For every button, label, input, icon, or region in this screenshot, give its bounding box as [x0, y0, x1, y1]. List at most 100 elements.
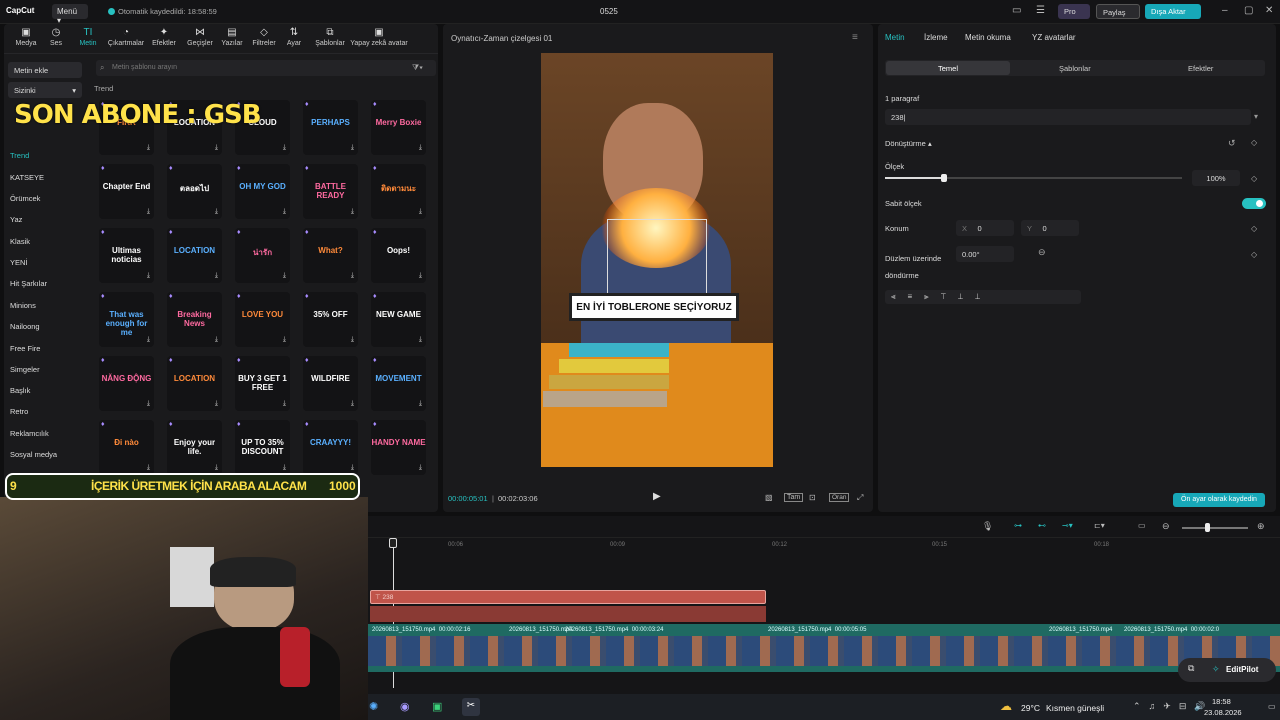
scale-input[interactable]: 100%: [1192, 170, 1240, 186]
search-input[interactable]: Metin şablonu arayın: [96, 60, 436, 76]
share-button[interactable]: Paylaş: [1096, 4, 1140, 19]
menu-button[interactable]: Menü ▾: [52, 4, 88, 25]
download-icon[interactable]: ⤓: [147, 272, 150, 280]
tab-ai-avatars[interactable]: YZ avatarlar: [1032, 33, 1076, 42]
text-template-tile[interactable]: ♦ CRAAYYY! ⤓: [303, 420, 358, 475]
cat-yeni[interactable]: YENİ: [10, 258, 28, 267]
cat-orumcek[interactable]: Örümcek: [10, 194, 40, 203]
expand-icon[interactable]: ▾: [1254, 112, 1258, 121]
save-default-button[interactable]: Ön ayar olarak kaydedin: [1173, 493, 1265, 507]
layout-icon[interactable]: ▭: [1012, 5, 1021, 16]
preview-axis-icon[interactable]: ▭: [1138, 521, 1146, 530]
cat-baslik[interactable]: Başlık: [10, 386, 30, 395]
tool-ai-avatar[interactable]: ▣ Yapay zekâ avatar: [348, 27, 410, 47]
split-icon[interactable]: ⊏▾: [1094, 521, 1105, 530]
text-template-tile[interactable]: ♦ That was enough for me ⤓: [99, 292, 154, 347]
download-icon[interactable]: ⤓: [351, 144, 354, 152]
cat-reklam[interactable]: Reklamcılık: [10, 429, 49, 438]
download-icon[interactable]: ⤓: [351, 464, 354, 472]
cat-katseye[interactable]: KATSEYE: [10, 173, 44, 182]
download-icon[interactable]: ⤓: [419, 464, 422, 472]
text-input[interactable]: 238|: [885, 109, 1251, 125]
play-icon[interactable]: ▶: [653, 491, 661, 502]
magnet-icon[interactable]: ⊷: [1038, 521, 1046, 530]
tool-templates[interactable]: ⧉ Şablonlar: [308, 27, 352, 47]
zoom-fit-icon[interactable]: ⊡: [809, 493, 816, 502]
app-icon[interactable]: ✺: [369, 700, 378, 713]
cat-yaz[interactable]: Yaz: [10, 215, 22, 224]
group-dropdown[interactable]: Sizinki ▾: [8, 82, 82, 98]
zoom-out-icon[interactable]: ⊖: [1162, 521, 1170, 532]
text-template-tile[interactable]: ♦ BUY 3 GET 1 FREE ⤓: [235, 356, 290, 411]
cat-retro[interactable]: Retro: [10, 407, 28, 416]
text-template-tile[interactable]: ♦ LOCATION ⤓: [167, 228, 222, 283]
text-template-tile[interactable]: ♦ PERHAPS ⤓: [303, 100, 358, 155]
text-template-tile[interactable]: ♦ NEW GAME ⤓: [371, 292, 426, 347]
ratio-button[interactable]: Oran: [829, 493, 850, 502]
playhead-handle[interactable]: [389, 538, 397, 548]
download-icon[interactable]: ⤓: [147, 400, 150, 408]
pro-button[interactable]: Pro: [1058, 4, 1090, 19]
download-icon[interactable]: ⤓: [283, 272, 286, 280]
text-template-tile[interactable]: ♦ Ultimas noticias ⤓: [99, 228, 154, 283]
tab-text[interactable]: Metin: [885, 33, 905, 42]
rotate-input[interactable]: 0.00°: [956, 246, 1014, 262]
capcut-taskbar-icon[interactable]: ✂: [462, 698, 480, 716]
subtab-basic[interactable]: Temel: [886, 61, 1010, 75]
keyframe-icon[interactable]: ◇: [1251, 174, 1257, 183]
download-icon[interactable]: ⤓: [283, 336, 286, 344]
zoom-in-icon[interactable]: ⊕: [1257, 521, 1265, 532]
text-template-tile[interactable]: ♦ Breaking News ⤓: [167, 292, 222, 347]
export-button[interactable]: Dışa Aktar: [1145, 4, 1201, 19]
cat-nailoong[interactable]: Nailoong: [10, 322, 40, 331]
download-icon[interactable]: ⤓: [419, 400, 422, 408]
cat-trend[interactable]: Trend: [10, 151, 29, 160]
download-icon[interactable]: ⤓: [215, 400, 218, 408]
position-y-input[interactable]: Y 0: [1021, 220, 1079, 236]
keyframe-icon[interactable]: ◇: [1251, 250, 1257, 259]
tab-tts[interactable]: Metin okuma: [965, 33, 1011, 42]
text-template-tile[interactable]: ♦ Enjoy your life. ⤓: [167, 420, 222, 475]
text-template-tile[interactable]: ♦ Đi nào ⤓: [99, 420, 154, 475]
snap-icon[interactable]: ⊸▾: [1062, 521, 1073, 530]
download-icon[interactable]: ⤓: [215, 208, 218, 216]
align-toolbar[interactable]: ⫷≡⫸⊤⊥⊥: [885, 290, 1081, 304]
text-template-tile[interactable]: ♦ OH MY GOD ⤓: [235, 164, 290, 219]
filter-dropdown-icon[interactable]: ⧩▾: [412, 63, 423, 73]
download-icon[interactable]: ⤓: [283, 208, 286, 216]
download-icon[interactable]: ⤓: [215, 464, 218, 472]
text-template-tile[interactable]: ♦ ตลอดไป ⤓: [167, 164, 222, 219]
text-template-tile[interactable]: ♦ HANDY NAME ⤓: [371, 420, 426, 475]
minimize-icon[interactable]: –: [1222, 5, 1228, 16]
text-template-tile[interactable]: ♦ LOCATION ⤓: [167, 356, 222, 411]
zoom-slider[interactable]: [1205, 523, 1210, 532]
download-icon[interactable]: ⤓: [419, 336, 422, 344]
download-icon[interactable]: ⤓: [147, 464, 150, 472]
download-icon[interactable]: ⤓: [351, 272, 354, 280]
download-icon[interactable]: ⤓: [419, 208, 422, 216]
download-icon[interactable]: ⤓: [215, 144, 218, 152]
reset-icon[interactable]: ↺: [1228, 138, 1236, 149]
download-icon[interactable]: ⤓: [283, 400, 286, 408]
scale-slider[interactable]: [941, 174, 948, 182]
text-template-tile[interactable]: ♦ น่ารัก ⤓: [235, 228, 290, 283]
player-menu-icon[interactable]: ≡: [852, 32, 858, 43]
app-icon[interactable]: ▣: [432, 700, 442, 713]
text-template-tile[interactable]: ♦ Chapter End ⤓: [99, 164, 154, 219]
position-x-input[interactable]: X 0: [956, 220, 1014, 236]
cat-minions[interactable]: Minions: [10, 301, 36, 310]
keyframe-icon[interactable]: ◇: [1251, 224, 1257, 233]
text-clip[interactable]: ⊤ 238: [370, 590, 766, 604]
app-icon[interactable]: ◉: [400, 700, 410, 713]
download-icon[interactable]: ⤓: [215, 336, 218, 344]
download-icon[interactable]: ⤓: [351, 208, 354, 216]
video-preview[interactable]: EN İYİ TOBLERONE SEÇİYORUZ: [541, 53, 773, 467]
tray-icons[interactable]: ⌃♫✈⊟🔊: [1133, 701, 1214, 712]
text-template-tile[interactable]: ♦ BATTLE READY ⤓: [303, 164, 358, 219]
link-icon[interactable]: ⊶: [1014, 521, 1022, 530]
text-template-tile[interactable]: ♦ LOVE YOU ⤓: [235, 292, 290, 347]
cat-hit[interactable]: Hit Şarkılar: [10, 279, 47, 288]
download-icon[interactable]: ⤓: [419, 144, 422, 152]
cat-klasik[interactable]: Klasik: [10, 237, 30, 246]
download-icon[interactable]: ⤓: [215, 272, 218, 280]
